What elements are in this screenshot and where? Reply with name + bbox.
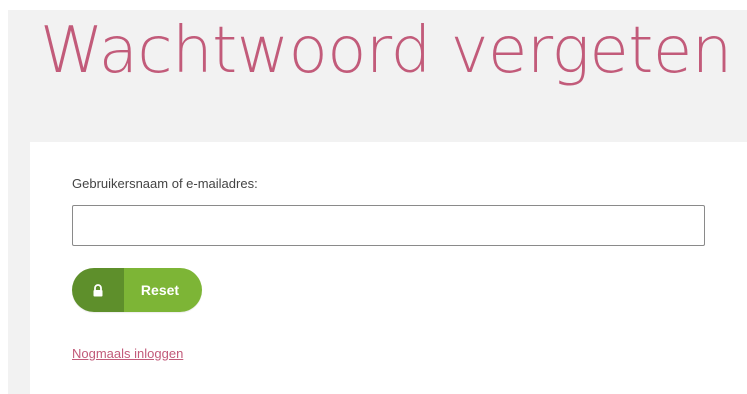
left-gutter xyxy=(8,142,30,394)
page: Wachtwoord vergeten Gebruikersnaam of e-… xyxy=(0,0,747,394)
lock-icon xyxy=(72,268,124,312)
reset-button-label: Reset xyxy=(124,268,202,312)
username-label: Gebruikersnaam of e-mailadres: xyxy=(72,176,258,191)
relogin-link[interactable]: Nogmaals inloggen xyxy=(72,346,183,361)
page-title: Wachtwoord vergeten xyxy=(40,14,732,88)
reset-button[interactable]: Reset xyxy=(72,268,202,312)
username-input[interactable] xyxy=(72,205,705,246)
